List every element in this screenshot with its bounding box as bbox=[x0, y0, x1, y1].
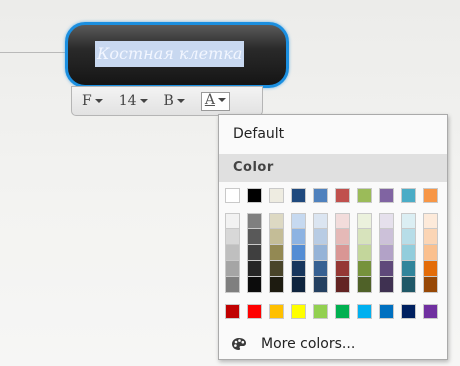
color-swatch[interactable] bbox=[225, 188, 240, 203]
chevron-down-icon bbox=[217, 98, 226, 102]
color-swatch[interactable] bbox=[335, 188, 350, 203]
color-swatch[interactable] bbox=[291, 277, 306, 293]
color-swatch[interactable] bbox=[379, 245, 394, 261]
text-color-button[interactable]: A bbox=[200, 91, 230, 111]
color-swatch[interactable] bbox=[291, 229, 306, 245]
color-swatch[interactable] bbox=[357, 188, 372, 203]
color-swatch[interactable] bbox=[379, 304, 394, 319]
color-swatch[interactable] bbox=[401, 188, 416, 203]
color-swatch[interactable] bbox=[423, 277, 438, 293]
color-swatch[interactable] bbox=[313, 245, 328, 261]
color-swatch[interactable] bbox=[357, 245, 372, 261]
color-swatch[interactable] bbox=[247, 261, 262, 277]
palette-icon bbox=[232, 338, 246, 350]
color-section-header: Color bbox=[219, 154, 447, 182]
color-swatch[interactable] bbox=[247, 245, 262, 261]
color-swatch[interactable] bbox=[401, 229, 416, 245]
format-toolbar: F 14 B A bbox=[71, 86, 263, 116]
color-swatch[interactable] bbox=[225, 277, 240, 293]
color-swatch[interactable] bbox=[423, 261, 438, 277]
color-swatch[interactable] bbox=[379, 213, 394, 229]
font-size-label: 14 bbox=[118, 93, 137, 109]
color-swatch[interactable] bbox=[335, 304, 350, 319]
color-swatch[interactable] bbox=[225, 304, 240, 319]
color-swatch[interactable] bbox=[379, 229, 394, 245]
color-swatch[interactable] bbox=[269, 229, 284, 245]
font-family-label: F bbox=[82, 93, 92, 109]
default-color-option[interactable]: Default bbox=[219, 115, 447, 153]
color-swatch[interactable] bbox=[335, 245, 350, 261]
color-swatch[interactable] bbox=[247, 188, 262, 203]
node-title-selected-text[interactable]: Костная клетка bbox=[95, 41, 245, 67]
color-swatch[interactable] bbox=[401, 245, 416, 261]
color-swatch[interactable] bbox=[291, 188, 306, 203]
color-swatch[interactable] bbox=[379, 261, 394, 277]
color-swatch[interactable] bbox=[357, 229, 372, 245]
color-swatch[interactable] bbox=[225, 229, 240, 245]
color-swatch[interactable] bbox=[225, 261, 240, 277]
color-swatch[interactable] bbox=[247, 277, 262, 293]
color-swatch[interactable] bbox=[423, 188, 438, 203]
color-swatch[interactable] bbox=[357, 261, 372, 277]
color-swatch[interactable] bbox=[401, 261, 416, 277]
color-swatch[interactable] bbox=[313, 213, 328, 229]
color-swatch[interactable] bbox=[335, 277, 350, 293]
color-swatch[interactable] bbox=[357, 213, 372, 229]
font-size-button[interactable]: 14 bbox=[119, 93, 148, 109]
color-swatch[interactable] bbox=[379, 188, 394, 203]
text-color-label: A bbox=[204, 92, 215, 108]
color-swatch[interactable] bbox=[313, 304, 328, 319]
chevron-down-icon bbox=[176, 99, 185, 103]
color-swatch[interactable] bbox=[313, 277, 328, 293]
color-swatch[interactable] bbox=[335, 261, 350, 277]
color-swatch[interactable] bbox=[401, 304, 416, 319]
color-swatch[interactable] bbox=[335, 229, 350, 245]
bold-label: B bbox=[163, 93, 174, 109]
color-swatch[interactable] bbox=[247, 213, 262, 229]
color-swatch[interactable] bbox=[423, 245, 438, 261]
color-swatch[interactable] bbox=[269, 277, 284, 293]
color-picker-menu: Default Color More colors... bbox=[218, 114, 448, 360]
color-swatch[interactable] bbox=[423, 304, 438, 319]
font-family-button[interactable]: F bbox=[82, 93, 103, 109]
color-swatch[interactable] bbox=[225, 213, 240, 229]
color-swatch[interactable] bbox=[313, 261, 328, 277]
color-swatch[interactable] bbox=[247, 304, 262, 319]
color-swatch[interactable] bbox=[291, 213, 306, 229]
color-swatch[interactable] bbox=[247, 229, 262, 245]
color-swatch[interactable] bbox=[291, 304, 306, 319]
color-swatch[interactable] bbox=[423, 213, 438, 229]
color-swatch[interactable] bbox=[357, 304, 372, 319]
chevron-down-icon bbox=[139, 99, 148, 103]
color-swatch[interactable] bbox=[269, 245, 284, 261]
color-swatch[interactable] bbox=[291, 245, 306, 261]
color-swatch[interactable] bbox=[379, 277, 394, 293]
chevron-down-icon bbox=[94, 99, 103, 103]
more-colors-option[interactable]: More colors... bbox=[219, 329, 447, 359]
bold-button[interactable]: B bbox=[164, 93, 185, 109]
color-swatch[interactable] bbox=[357, 277, 372, 293]
mindmap-node[interactable]: Костная клетка bbox=[65, 22, 289, 88]
color-swatch[interactable] bbox=[423, 229, 438, 245]
connector-line bbox=[0, 52, 66, 53]
color-swatch[interactable] bbox=[269, 213, 284, 229]
color-swatch[interactable] bbox=[313, 188, 328, 203]
color-swatch[interactable] bbox=[269, 304, 284, 319]
color-swatch[interactable] bbox=[401, 277, 416, 293]
color-swatch[interactable] bbox=[313, 229, 328, 245]
color-swatch[interactable] bbox=[225, 245, 240, 261]
color-swatch[interactable] bbox=[401, 213, 416, 229]
color-swatch[interactable] bbox=[291, 261, 306, 277]
more-colors-label: More colors... bbox=[261, 336, 356, 352]
color-swatch[interactable] bbox=[335, 213, 350, 229]
color-swatch[interactable] bbox=[269, 261, 284, 277]
color-swatch[interactable] bbox=[269, 188, 284, 203]
